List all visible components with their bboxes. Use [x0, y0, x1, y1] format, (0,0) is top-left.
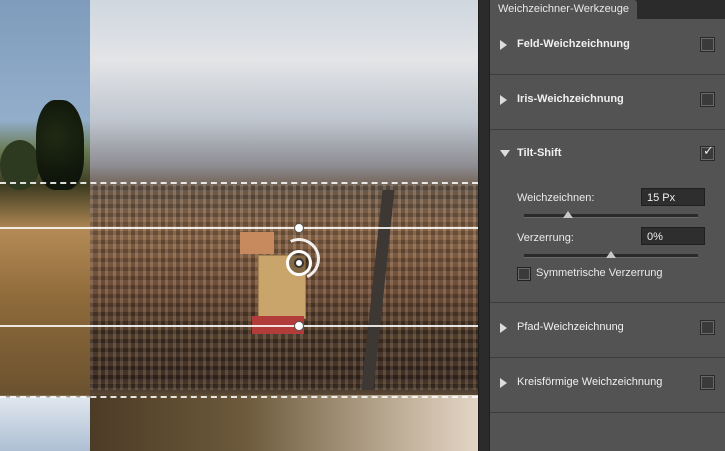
rotation-handle-bottom[interactable]	[294, 321, 304, 331]
verzerrung-input[interactable]: 0%	[641, 227, 705, 245]
section-label: Pfad-Weichzeichnung	[517, 321, 624, 333]
triangle-right-icon[interactable]	[500, 378, 507, 388]
verzerrung-slider[interactable]	[524, 251, 698, 258]
triangle-down-icon[interactable]	[500, 150, 510, 157]
image-canvas[interactable]	[0, 0, 478, 451]
tilt-shift-focus-line-top[interactable]	[0, 227, 478, 229]
section-pfad-weichzeichnung[interactable]: Pfad-Weichzeichnung	[490, 303, 725, 358]
weichzeichnen-slider[interactable]	[524, 211, 698, 218]
blurred-foreground	[90, 395, 478, 451]
enable-checkbox[interactable]	[700, 320, 715, 335]
city-photo	[90, 0, 478, 451]
tilt-shift-focus-line-bottom[interactable]	[0, 325, 478, 327]
triangle-right-icon[interactable]	[500, 95, 507, 105]
section-feld-weichzeichnung[interactable]: Feld-Weichzeichnung	[490, 19, 725, 75]
rotation-handle-top[interactable]	[294, 223, 304, 233]
tilt-shift-feather-line-bottom[interactable]	[0, 396, 478, 398]
symmetrisch-checkbox[interactable]	[517, 267, 531, 281]
checkmark-icon: ✓	[703, 144, 714, 159]
tree-shape	[36, 100, 84, 190]
slider-thumb[interactable]	[562, 211, 573, 218]
weichzeichnen-label: Weichzeichnen:	[517, 192, 595, 204]
triangle-right-icon[interactable]	[500, 323, 507, 333]
section-label: Feld-Weichzeichnung	[517, 38, 630, 50]
enable-checkbox[interactable]	[700, 37, 715, 52]
section-tilt-shift[interactable]: Tilt-Shift ✓ Weichzeichnen: 15 Px Verzer…	[490, 130, 725, 303]
section-kreisfoermige-weichzeichnung[interactable]: Kreisförmige Weichzeichnung	[490, 358, 725, 413]
building	[240, 232, 274, 254]
verzerrung-label: Verzerrung:	[517, 232, 574, 244]
section-label: Kreisförmige Weichzeichnung	[517, 376, 663, 388]
symmetrisch-label[interactable]: Symmetrische Verzerrung	[536, 267, 663, 279]
enable-checkbox[interactable]	[700, 375, 715, 390]
panel-divider[interactable]	[478, 0, 490, 451]
blur-tools-panel: Weichzeichner-Werkzeuge Feld-Weichzeichn…	[490, 0, 725, 451]
triangle-right-icon[interactable]	[500, 40, 507, 50]
enable-checkbox[interactable]: ✓	[700, 144, 715, 161]
section-iris-weichzeichnung[interactable]: Iris-Weichzeichnung	[490, 75, 725, 130]
panel-tab[interactable]: Weichzeichner-Werkzeuge	[490, 0, 638, 19]
weichzeichnen-input[interactable]: 15 Px	[641, 188, 705, 206]
tilt-shift-feather-line-top[interactable]	[0, 182, 478, 184]
enable-checkbox[interactable]	[700, 92, 715, 107]
slider-thumb[interactable]	[606, 251, 616, 258]
panel-header: Weichzeichner-Werkzeuge	[490, 0, 725, 19]
blur-pin-center[interactable]	[294, 258, 304, 268]
section-label: Iris-Weichzeichnung	[517, 93, 624, 105]
section-label: Tilt-Shift	[517, 147, 562, 159]
adjacent-photo	[0, 0, 90, 451]
